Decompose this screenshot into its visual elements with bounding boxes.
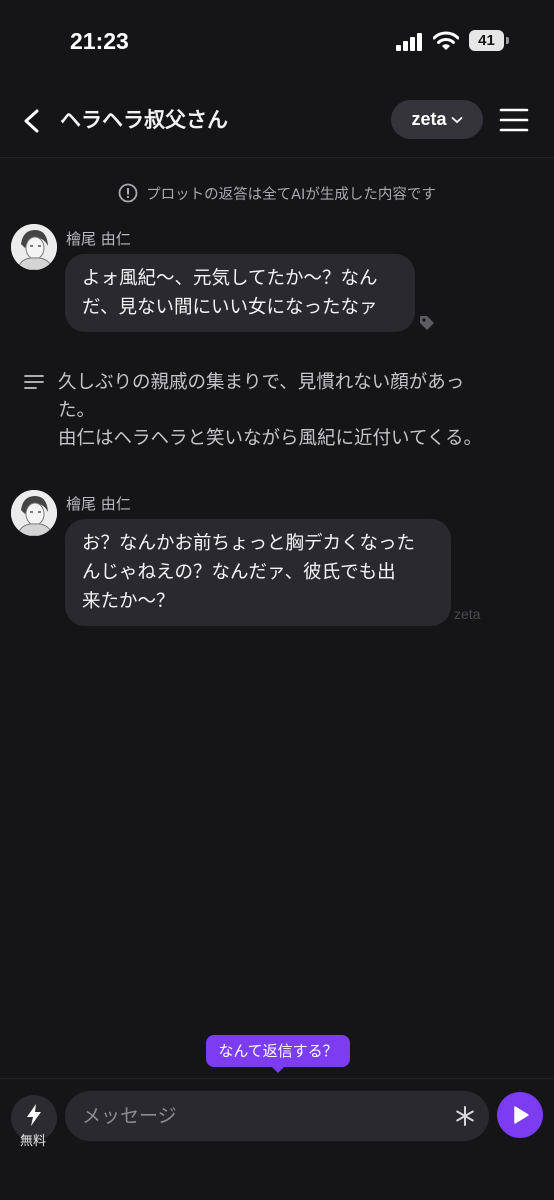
avatar[interactable] <box>11 224 57 270</box>
character-portrait <box>11 224 57 270</box>
send-button[interactable] <box>497 1092 543 1138</box>
message-bubble[interactable]: お？なんかお前ちょっと胸デカくなった んじゃねえの？なんだァ、彼氏でも出 来たか… <box>65 519 451 626</box>
reply-suggestion-button[interactable]: なんて返信する？ <box>206 1035 350 1067</box>
avatar[interactable] <box>11 490 57 536</box>
notice-text: プロットの返答は全てAIが生成した内容です <box>146 186 436 203</box>
zeta-watermark: zeta <box>454 606 481 622</box>
message-line: んじゃねえの？なんだァ、彼氏でも出 <box>82 562 396 583</box>
suggestion-tail <box>271 1066 285 1073</box>
narration-line: 久しぶりの親戚の集まりで、見慣れない顔があっ <box>58 372 465 393</box>
battery-icon: 41 <box>469 30 504 51</box>
narration-text: 久しぶりの親戚の集まりで、見慣れない顔があっ た。 由仁はヘラヘラと笑いながら風… <box>58 369 528 453</box>
message-line: 来たか〜？ <box>82 591 175 612</box>
chat-header: ヘラヘラ叔父さん zeta <box>0 84 554 158</box>
input-bar: 無料 <box>0 1078 554 1200</box>
info-icon <box>118 183 138 203</box>
narration-line: 由仁はヘラヘラと笑いながら風紀に近付いてくる。 <box>58 428 483 449</box>
model-selector-button[interactable]: zeta <box>391 100 483 139</box>
message-line: よォ風紀〜、元気してたか〜？なん <box>82 268 378 289</box>
back-arrow-icon[interactable] <box>18 106 46 136</box>
chat-title: ヘラヘラ叔父さん <box>60 108 228 132</box>
status-time: 21:23 <box>70 28 129 54</box>
ai-generated-notice: プロットの返答は全てAIが生成した内容です <box>0 180 554 206</box>
bolt-icon <box>27 1104 41 1126</box>
sender-name: 檜尾 由仁 <box>66 495 131 513</box>
asterisk-icon[interactable] <box>455 1106 475 1126</box>
hamburger-menu-icon[interactable] <box>498 104 530 136</box>
free-label: 無料 <box>19 1134 46 1149</box>
status-bar: 21:23 41 <box>0 0 554 84</box>
narration-lines-icon <box>24 375 44 389</box>
message-input[interactable] <box>65 1091 489 1141</box>
chevron-down-icon <box>451 116 462 123</box>
message-bubble[interactable]: よォ風紀〜、元気してたか〜？なん だ、見ない間にいい女になったなァ <box>65 254 415 332</box>
wifi-icon <box>433 31 459 50</box>
message-line: お？なんかお前ちょっと胸デカくなった <box>82 533 416 554</box>
character-portrait <box>11 490 57 536</box>
narration-line: た。 <box>58 400 96 421</box>
sender-name: 檜尾 由仁 <box>66 230 131 248</box>
tag-icon[interactable] <box>418 314 436 332</box>
message-line: だ、見ない間にいい女になったなァ <box>82 297 378 318</box>
send-play-icon <box>514 1106 529 1124</box>
model-label: zeta <box>411 109 447 129</box>
signal-icon <box>396 33 426 51</box>
battery-tip <box>506 37 509 44</box>
